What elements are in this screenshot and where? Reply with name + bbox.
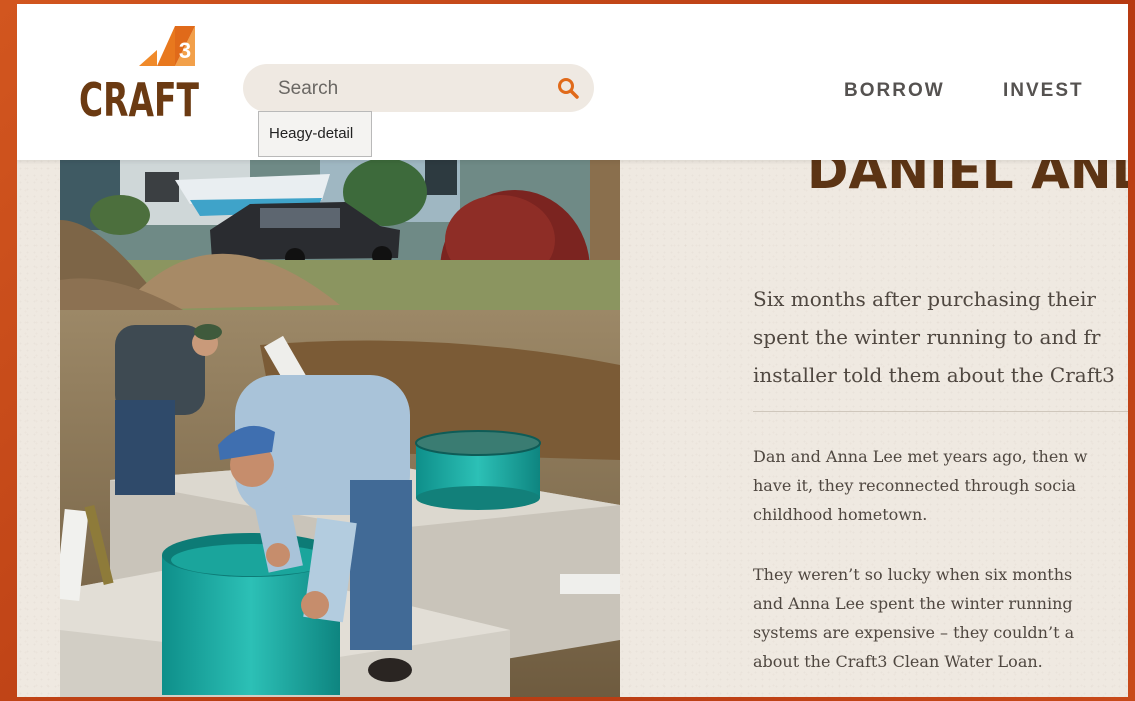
divider xyxy=(753,411,1128,412)
search-icon[interactable] xyxy=(556,76,580,100)
paragraph-line: They weren’t so lucky when six months xyxy=(753,565,1073,584)
story-paragraph-2: They weren’t so lucky when six months an… xyxy=(753,560,1128,676)
tooltip: Heagy-detail xyxy=(258,111,372,157)
logo-number: 3 xyxy=(179,38,191,63)
story-paragraph-1: Dan and Anna Lee met years ago, then w h… xyxy=(753,442,1128,529)
nav-invest[interactable]: INVEST xyxy=(1003,80,1084,102)
story-photo xyxy=(60,160,620,697)
search-input[interactable]: Search xyxy=(278,78,338,100)
paragraph-line: Dan and Anna Lee met years ago, then w xyxy=(753,447,1088,466)
site-header: 3 CRAFT Search BORROW INVEST xyxy=(17,4,1128,160)
nav-borrow[interactable]: BORROW xyxy=(844,80,945,102)
paragraph-line: childhood hometown. xyxy=(753,505,928,524)
paragraph-line: about the Craft3 Clean Water Loan. xyxy=(753,652,1043,671)
lead-line: installer told them about the Craft3 xyxy=(753,363,1115,387)
craft3-logo[interactable]: 3 CRAFT xyxy=(77,22,207,122)
logo-text: CRAFT xyxy=(79,73,199,122)
paragraph-line: and Anna Lee spent the winter running xyxy=(753,594,1073,613)
lead-line: spent the winter running to and fr xyxy=(753,325,1101,349)
search-bar[interactable]: Search xyxy=(243,64,594,112)
paragraph-line: systems are expensive – they couldn’t a xyxy=(753,623,1075,642)
photo-illustration xyxy=(60,160,620,697)
story-lead: Six months after purchasing their spent … xyxy=(753,280,1128,394)
lead-line: Six months after purchasing their xyxy=(753,287,1096,311)
paragraph-line: have it, they reconnected through socia xyxy=(753,476,1076,495)
browser-viewport: 3 CRAFT Search BORROW INVEST Heagy-detai… xyxy=(17,4,1128,697)
